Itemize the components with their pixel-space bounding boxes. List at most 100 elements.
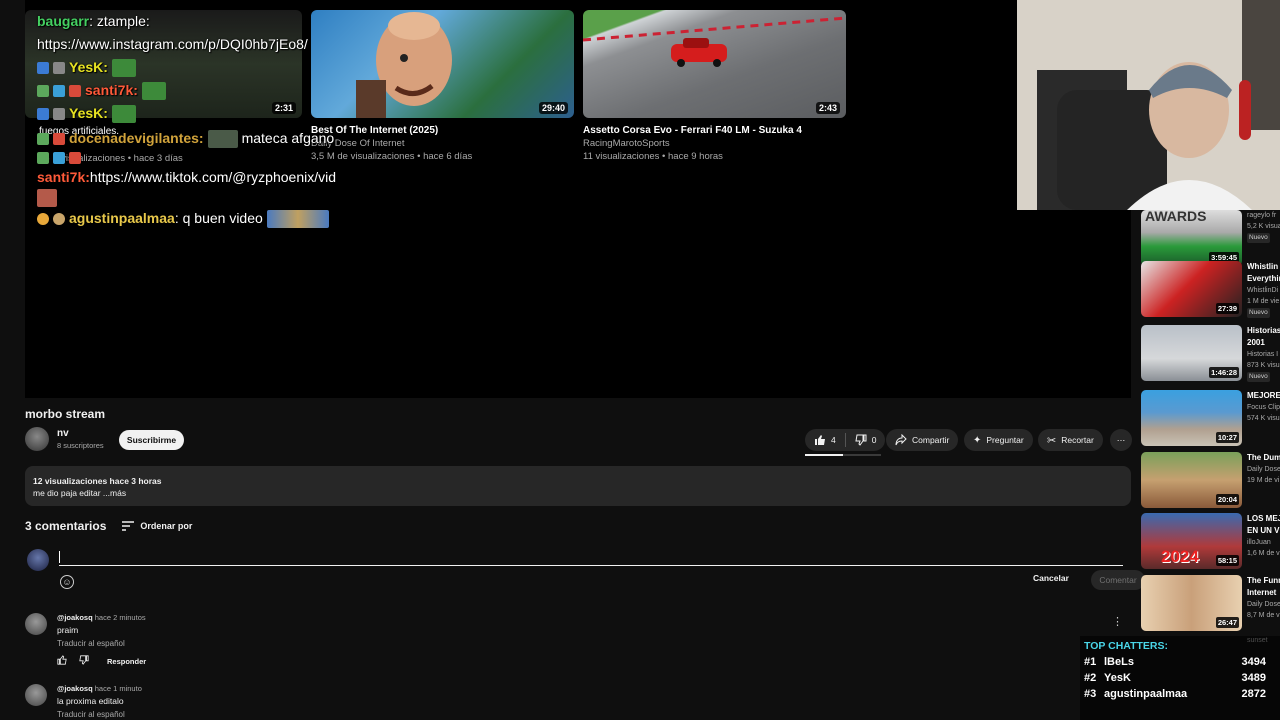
channel-avatar[interactable]	[25, 427, 49, 451]
emoji-icon[interactable]: ☺	[60, 575, 74, 589]
badge-icon	[37, 152, 49, 164]
badge-icon	[53, 212, 65, 225]
like-button[interactable]: 4	[805, 434, 845, 446]
chat-message: YesK:	[37, 102, 336, 125]
video-info: Whistlin Everythin WhistlinDi 1 M de vie…	[1247, 261, 1280, 318]
endscreen-meta-3: Assetto Corsa Evo - Ferrari F40 LM - Suz…	[583, 124, 802, 163]
new-badge: Nuevo	[1247, 233, 1270, 243]
channel-meta: nv 8 suscriptores	[57, 428, 104, 450]
clip-button[interactable]: ✂ Recortar	[1038, 429, 1103, 451]
thumbs-up-icon	[815, 435, 825, 445]
badge-icon	[37, 84, 49, 97]
thumbnail-overlay-text: 2024	[1161, 547, 1199, 566]
video-thumbnail[interactable]: 20:04	[1141, 452, 1242, 508]
channel-info[interactable]: nv 8 suscriptores	[25, 427, 104, 451]
like-ratio-bar	[805, 454, 881, 456]
video-thumbnail[interactable]: 10:27	[1141, 390, 1242, 446]
comment-author[interactable]: @joakosq	[57, 613, 93, 622]
endscreen-video-3[interactable]: 2:43	[583, 10, 846, 118]
chat-badges	[37, 150, 336, 166]
comment-time[interactable]: hace 2 minutos	[95, 613, 146, 622]
recommended-video[interactable]: 10:27 MEJORE Focus Clip 574 K visu	[1141, 390, 1280, 446]
video-title: Historias 2001	[1247, 326, 1280, 347]
recommended-video[interactable]: 2024 58:15 LOS MEJ EN UN V illoJuan 1,6 …	[1141, 513, 1280, 569]
new-badge: Nuevo	[1247, 308, 1270, 318]
more-icon: ⋯	[1116, 434, 1126, 445]
comment-menu-icon[interactable]: ⋮	[1112, 615, 1123, 628]
recommended-video[interactable]: AWARDS 3:59:45 rageylo fr 5,2 K visua Nu…	[1141, 210, 1280, 266]
thumbs-down-icon[interactable]	[79, 655, 89, 667]
commenter-avatar[interactable]	[25, 684, 47, 706]
comment-author[interactable]: @joakosq	[57, 684, 93, 693]
chat-message: docenadevigilantes: mateca afgano	[37, 127, 336, 150]
ask-button[interactable]: ✦ Preguntar	[964, 429, 1033, 451]
recommended-video[interactable]: 27:39 Whistlin Everythin WhistlinDi 1 M …	[1141, 261, 1280, 318]
chat-username: santi7k:	[85, 82, 138, 98]
recommended-video[interactable]: 20:04 The Dum Daily Dose 19 M de vi	[1141, 452, 1280, 508]
badge-icon	[53, 61, 65, 74]
top-chatters-title: TOP CHATTERS:	[1084, 640, 1169, 652]
badge-icon	[37, 212, 49, 225]
top-chatter-row: #2 YesK 3489	[1084, 672, 1276, 684]
share-button[interactable]: Compartir	[886, 429, 959, 451]
chat-message: baugarr: ztample:	[37, 10, 336, 33]
chatter-rank: #3	[1084, 688, 1097, 700]
video-title: Whistlin Everythin	[1247, 262, 1280, 283]
share-icon	[895, 434, 907, 446]
video-thumbnail[interactable]: AWARDS 3:59:45	[1141, 210, 1242, 266]
emote-icon	[266, 209, 329, 228]
description-box[interactable]: 12 visualizaciones hace 3 horas me dio p…	[25, 466, 1131, 506]
reply-button[interactable]: Responder	[107, 657, 146, 666]
thumbs-down-icon	[855, 434, 867, 446]
video-player[interactable]: 2:31 29:40 2:43 fuegos artificiales. 36 …	[25, 0, 1131, 398]
chat-username: YesK:	[69, 59, 108, 75]
video-channel: Daily Dose	[1247, 466, 1280, 473]
chatter-name: lBeLs	[1104, 656, 1134, 668]
comment-item: @joakosq hace 1 minuto la proxima edital…	[25, 684, 1135, 720]
dislike-button[interactable]: 0	[846, 434, 886, 446]
badge-icon	[53, 152, 65, 164]
duration-badge: 1:46:28	[1209, 367, 1239, 378]
chat-message: YesK:	[37, 56, 336, 79]
video-info: The Funn Internet Daily Dose 8,7 M de v	[1247, 575, 1280, 621]
subscribe-button[interactable]: Suscribirme	[119, 430, 184, 450]
duration-badge: 26:47	[1215, 617, 1239, 628]
duration-badge: 20:04	[1215, 494, 1239, 505]
comment-time[interactable]: hace 1 minuto	[95, 684, 142, 693]
duration-badge: 27:39	[1215, 303, 1239, 314]
subscriber-count: 8 suscriptores	[57, 441, 104, 450]
video-channel: rageylo fr	[1247, 212, 1277, 219]
badge-icon	[69, 84, 81, 97]
share-label: Compartir	[912, 435, 950, 445]
submit-comment-button[interactable]: Comentar	[1091, 570, 1145, 590]
chat-emote-row	[37, 189, 336, 207]
chat-username: agustinpaalmaa	[69, 210, 175, 226]
video-thumbnail[interactable]: 26:47	[1141, 575, 1242, 631]
video-channel: Historias I	[1247, 351, 1279, 358]
more-actions-button[interactable]: ⋯	[1110, 429, 1132, 451]
chat-username: docenadevigilantes:	[69, 130, 204, 146]
comment-text: praim	[57, 625, 79, 635]
recommended-video[interactable]: 1:46:28 Historias 2001 Historias I 873 K…	[1141, 325, 1280, 382]
thumbs-up-icon[interactable]	[57, 655, 67, 667]
translate-link[interactable]: Traducir al español	[57, 639, 125, 648]
video-thumbnail[interactable]: 1:46:28	[1141, 325, 1242, 381]
video-channel: illoJuan	[1247, 539, 1271, 546]
recommended-video[interactable]: 26:47 The Funn Internet Daily Dose 8,7 M…	[1141, 575, 1280, 631]
video-thumbnail[interactable]: 27:39	[1141, 261, 1242, 317]
chat-text: mateca afgano	[241, 130, 335, 146]
chatter-count: 3489	[1241, 672, 1266, 684]
sort-button[interactable]: Ordenar por	[122, 521, 192, 531]
comment-input[interactable]	[59, 549, 1123, 566]
translate-link[interactable]: Traducir al español	[57, 710, 125, 719]
cancel-button[interactable]: Cancelar	[1033, 573, 1069, 583]
video-title: morbo stream	[25, 407, 106, 421]
endscreen-video-2[interactable]: 29:40	[311, 10, 574, 118]
video-thumbnail[interactable]: 2024 58:15	[1141, 513, 1242, 569]
badge-icon	[53, 84, 65, 97]
channel-name[interactable]: nv	[57, 428, 104, 439]
emote-icon	[37, 189, 57, 207]
chat-text: https://www.instagram.com/p/DQI0hb7jEo8/	[37, 36, 308, 52]
commenter-avatar[interactable]	[25, 613, 47, 635]
webcam-overlay	[1017, 0, 1280, 210]
